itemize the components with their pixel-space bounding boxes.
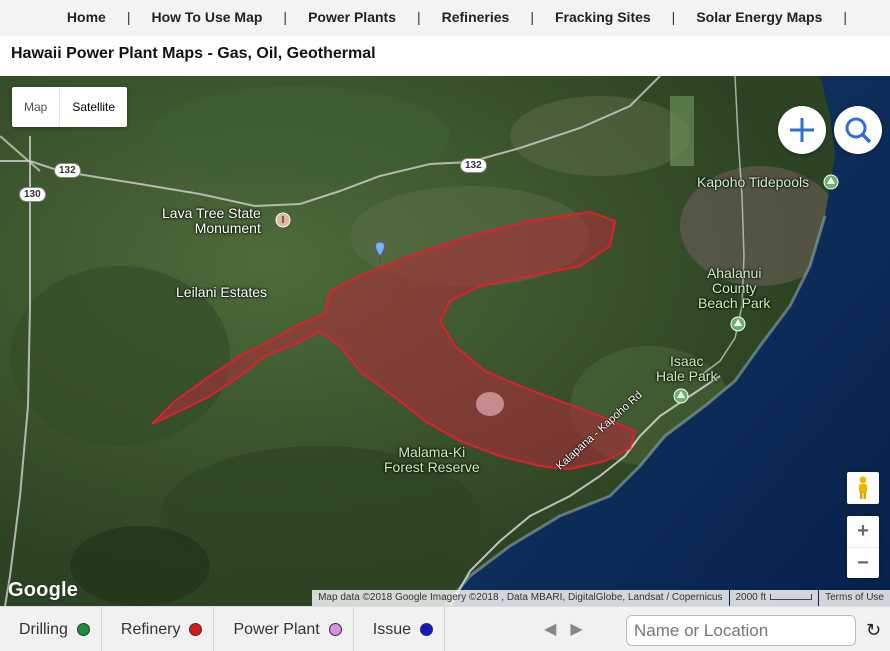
nav-power-plants[interactable]: Power Plants bbox=[308, 9, 396, 25]
nav-separator: | bbox=[530, 9, 534, 25]
google-logo: Google bbox=[8, 579, 79, 601]
park-icon[interactable] bbox=[823, 174, 839, 190]
route-132-shield: 132 bbox=[460, 158, 487, 173]
label-leilani-estates: Leilani Estates bbox=[176, 284, 268, 300]
next-arrow-icon[interactable]: ▶ bbox=[570, 619, 582, 639]
top-navigation: Home | How To Use Map | Power Plants | R… bbox=[0, 0, 890, 36]
street-view-pegman[interactable] bbox=[847, 472, 879, 504]
nav-solar-energy-maps[interactable]: Solar Energy Maps bbox=[696, 9, 822, 25]
legend-label: Power Plant bbox=[233, 620, 320, 638]
location-search-input[interactable] bbox=[626, 615, 856, 646]
terms-of-use-link[interactable]: Terms of Use bbox=[819, 590, 890, 606]
label-kapoho-tidepools: Kapoho Tidepools bbox=[697, 174, 810, 190]
park-icon[interactable] bbox=[673, 388, 689, 404]
title-bar: Hawaii Power Plant Maps - Gas, Oil, Geot… bbox=[0, 36, 890, 76]
label-ahalanui-beach-park: Ahalanui County Beach Park bbox=[698, 265, 771, 311]
legend-footer: Drilling Refinery Power Plant Issue ◀ ▶ … bbox=[0, 606, 890, 651]
red-dot-icon bbox=[189, 623, 203, 636]
landmark-icon[interactable] bbox=[275, 212, 291, 228]
legend-refinery[interactable]: Refinery bbox=[102, 607, 215, 651]
satellite-imagery bbox=[0, 76, 890, 606]
map-type-control: Map Satellite bbox=[12, 87, 128, 127]
blue-dot-icon bbox=[420, 623, 433, 636]
green-dot-icon bbox=[76, 623, 90, 636]
nav-refineries[interactable]: Refineries bbox=[442, 9, 510, 25]
search-map-button[interactable] bbox=[834, 106, 882, 154]
park-icon[interactable] bbox=[730, 316, 746, 332]
pegman-icon bbox=[859, 476, 867, 499]
nav-fracking-sites[interactable]: Fracking Sites bbox=[555, 9, 651, 25]
route-132-shield: 132 bbox=[54, 163, 81, 178]
legend-issue[interactable]: Issue bbox=[354, 607, 445, 651]
map-scale[interactable]: 2000 ft bbox=[729, 590, 819, 606]
nav-separator: | bbox=[843, 9, 847, 25]
map-canvas[interactable]: 132 130 132 Lava Tree State Monument Lei… bbox=[0, 76, 890, 606]
map-data-attribution: Map data ©2018 Google Imagery ©2018 , Da… bbox=[312, 590, 729, 606]
label-malama-ki-forest-reserve: Malama-Ki Forest Reserve bbox=[384, 444, 480, 475]
map-type-map-button[interactable]: Map bbox=[12, 87, 59, 127]
zoom-in-button[interactable]: + bbox=[847, 516, 879, 547]
legend-drilling[interactable]: Drilling bbox=[0, 607, 102, 651]
nav-separator: | bbox=[283, 9, 288, 25]
zoom-control: + − bbox=[847, 516, 879, 578]
label-lava-tree: Lava Tree State Monument bbox=[162, 205, 261, 236]
nav-separator: | bbox=[671, 9, 676, 25]
pager: ◀ ▶ bbox=[544, 619, 583, 639]
nav-home[interactable]: Home bbox=[67, 9, 106, 25]
search-icon bbox=[845, 117, 872, 144]
violet-dot-icon bbox=[328, 623, 342, 636]
label-isaac-hale-park: Isaac Hale Park bbox=[656, 353, 718, 384]
nav-how-to-use-map[interactable]: How To Use Map bbox=[151, 9, 262, 25]
zoom-out-button[interactable]: − bbox=[847, 547, 879, 578]
legend-power-plant[interactable]: Power Plant bbox=[214, 607, 354, 651]
add-location-button[interactable] bbox=[778, 106, 826, 154]
nav-separator: | bbox=[416, 9, 421, 25]
legend-label: Drilling bbox=[19, 620, 68, 638]
page-title: Hawaii Power Plant Maps - Gas, Oil, Geot… bbox=[11, 45, 376, 62]
map-type-satellite-button[interactable]: Satellite bbox=[59, 87, 127, 127]
legend: Drilling Refinery Power Plant Issue bbox=[0, 607, 445, 651]
legend-label: Refinery bbox=[120, 620, 181, 638]
prev-arrow-icon[interactable]: ◀ bbox=[544, 619, 556, 639]
legend-label: Issue bbox=[372, 620, 411, 638]
route-130-shield: 130 bbox=[19, 187, 46, 202]
map-attribution: Map data ©2018 Google Imagery ©2018 , Da… bbox=[311, 590, 890, 606]
plus-icon bbox=[790, 118, 814, 142]
refresh-icon[interactable]: ↻ bbox=[866, 620, 881, 641]
nav-separator: | bbox=[126, 9, 131, 25]
